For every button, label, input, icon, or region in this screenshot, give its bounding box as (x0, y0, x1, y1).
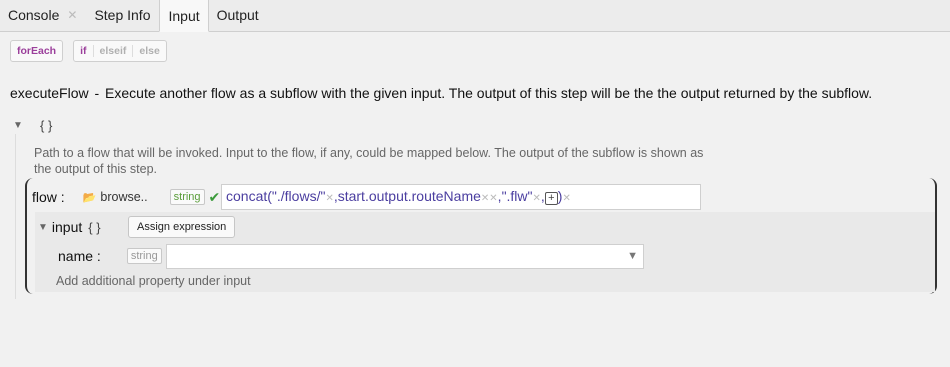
expr-arg1[interactable]: "./flows/" (272, 188, 326, 204)
add-arg-icon[interactable]: + (544, 192, 558, 205)
name-label: name : (58, 248, 101, 264)
input-header: ▼ input { } (38, 216, 101, 238)
tab-input[interactable]: Input (159, 0, 209, 32)
control-buttons: forEach if elseif else (10, 40, 167, 62)
add-property-link[interactable]: Add additional property under input (56, 274, 251, 288)
expr-arg2[interactable]: start.output.routeName (338, 188, 481, 204)
name-value-select[interactable]: ▼ (166, 244, 644, 269)
remove-arg-icon[interactable]: ✕ (325, 193, 333, 204)
assign-expression-button[interactable]: Assign expression (128, 216, 236, 238)
folder-icon[interactable]: 📂 (83, 191, 97, 204)
input-braces: { } (88, 219, 101, 235)
else-button[interactable]: else (132, 45, 165, 57)
conditional-group: if elseif else (73, 40, 167, 62)
flow-row: flow : 📂 browse.. string ✔ (32, 184, 220, 210)
tab-input-label: Input (168, 7, 200, 24)
input-label: input (51, 219, 83, 235)
flow-expression-input[interactable]: concat("./flows/"✕,start.output.routeNam… (221, 184, 701, 210)
tab-output[interactable]: Output (209, 0, 268, 31)
step-name: executeFlow (10, 85, 89, 101)
tab-output-label: Output (216, 7, 259, 23)
tab-bar: Console ✕ Step Info Input Output (0, 0, 950, 32)
tab-step-info[interactable]: Step Info (86, 0, 159, 31)
name-row: name : string (58, 245, 162, 267)
tab-console[interactable]: Console ✕ (0, 0, 86, 31)
step-separator: - (90, 85, 104, 101)
step-title: executeFlow - Execute another flow as a … (10, 85, 872, 101)
flow-help-text: Path to a flow that will be invoked. Inp… (34, 146, 704, 176)
close-icon[interactable]: ✕ (67, 8, 77, 22)
foreach-button[interactable]: forEach (10, 40, 64, 62)
name-type-badge: string (126, 248, 162, 264)
flow-type-badge: string (169, 189, 205, 205)
browse-link[interactable]: browse.. (100, 190, 147, 204)
tab-step-info-label: Step Info (94, 7, 151, 23)
tree-line (15, 134, 16, 299)
dropdown-arrow-icon[interactable]: ▼ (627, 250, 638, 262)
remove-arg-icon[interactable]: ✕✕ (481, 193, 498, 204)
if-button[interactable]: if (74, 45, 92, 57)
flow-label: flow : (32, 189, 65, 205)
foreach-label: forEach (17, 45, 57, 57)
root-braces: { } (40, 118, 53, 133)
collapse-caret-icon[interactable]: ▼ (13, 120, 23, 131)
collapse-caret-icon[interactable]: ▼ (38, 222, 48, 233)
expr-fn: concat (226, 188, 268, 204)
check-icon: ✔ (208, 188, 221, 205)
step-description: Execute another flow as a subflow with t… (105, 85, 873, 101)
remove-arg-icon[interactable]: ✕ (533, 193, 541, 204)
expr-arg3[interactable]: ".flw" (502, 188, 533, 204)
elseif-button[interactable]: elseif (92, 45, 133, 57)
remove-expression-icon[interactable]: ✕ (562, 193, 570, 204)
tab-console-label: Console (8, 7, 60, 23)
